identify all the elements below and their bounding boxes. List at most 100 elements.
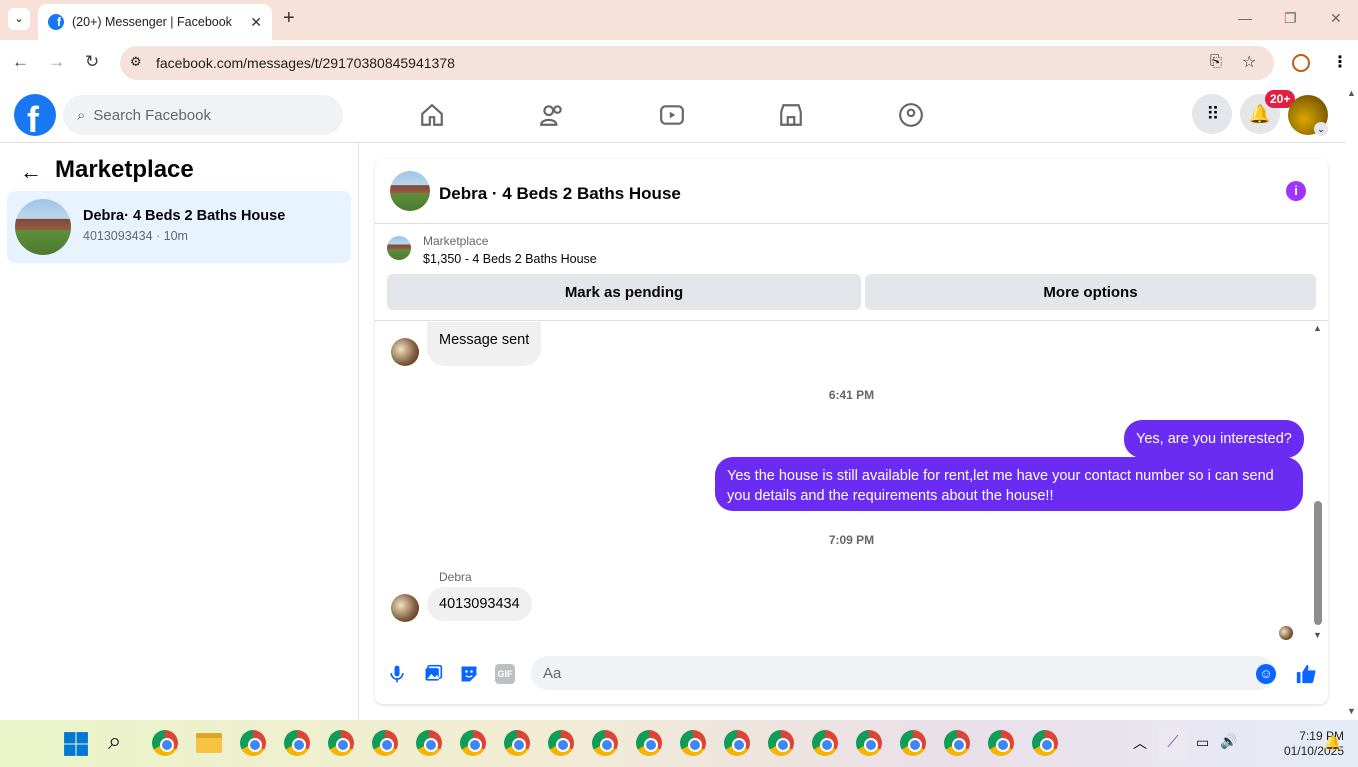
menu-grid-icon[interactable]: ⠿: [1192, 94, 1232, 134]
microphone-icon[interactable]: [387, 664, 407, 684]
chrome-taskbar-icon[interactable]: [636, 730, 662, 756]
tab-title: (20+) Messenger | Facebook: [72, 15, 232, 29]
sticker-icon[interactable]: [459, 664, 479, 684]
chrome-taskbar-icon[interactable]: [284, 730, 310, 756]
chat-scroll-up-icon[interactable]: ▲: [1313, 323, 1322, 333]
page-scroll-up-icon[interactable]: ▲: [1347, 88, 1356, 98]
thumbs-up-icon[interactable]: [1295, 663, 1317, 685]
message-input[interactable]: Aa: [531, 656, 1275, 690]
browser-menu-icon[interactable]: ⋮: [1332, 52, 1348, 72]
groups-icon[interactable]: [898, 102, 924, 128]
close-window-icon[interactable]: ✕: [1330, 10, 1342, 27]
tab-list-dropdown-icon[interactable]: ⌄: [8, 8, 30, 30]
chrome-taskbar-icon[interactable]: [856, 730, 882, 756]
windows-start-icon[interactable]: [63, 731, 89, 757]
browser-tab-bar: ⌄ f (20+) Messenger | Facebook ✕ + — ❐ ✕: [0, 0, 1358, 40]
network-icon[interactable]: ▭: [1196, 734, 1209, 751]
taskbar-search-icon[interactable]: ⌕: [108, 728, 121, 756]
mark-as-pending-button[interactable]: Mark as pending: [387, 274, 861, 310]
search-icon: ⌕: [77, 106, 86, 124]
minimize-window-icon[interactable]: —: [1238, 10, 1252, 26]
outgoing-message[interactable]: Yes the house is still available for ren…: [715, 457, 1303, 511]
marketplace-icon[interactable]: [778, 102, 804, 128]
pen-app-icon[interactable]: ⟋: [1158, 727, 1188, 759]
sidebar-title: Marketplace: [55, 156, 194, 183]
chrome-taskbar-icon[interactable]: [416, 730, 442, 756]
chrome-taskbar-icon[interactable]: [988, 730, 1014, 756]
install-app-icon[interactable]: ⎘: [1210, 53, 1222, 70]
incoming-message[interactable]: Message sent: [427, 322, 542, 366]
chrome-taskbar-icon[interactable]: [724, 730, 750, 756]
folder-taskbar-icon[interactable]: [196, 733, 222, 753]
chrome-taskbar-icon[interactable]: [680, 730, 706, 756]
page-scroll-down-icon[interactable]: ▼: [1347, 706, 1356, 716]
profile-icon[interactable]: [1292, 54, 1310, 72]
reload-icon[interactable]: ↻: [85, 52, 99, 72]
conversation-thumbnail: [15, 199, 71, 255]
info-icon[interactable]: i: [1286, 181, 1306, 201]
search-placeholder: Search Facebook: [93, 106, 211, 124]
site-settings-icon[interactable]: ⚙: [130, 54, 142, 70]
chrome-taskbar-icon[interactable]: [152, 730, 178, 756]
read-receipt-avatar: [1279, 626, 1293, 640]
chrome-taskbar-icon[interactable]: [240, 730, 266, 756]
forward-icon[interactable]: →: [48, 52, 65, 72]
url-text: facebook.com/messages/t/2917038084594137…: [156, 55, 455, 71]
browser-tab-messenger[interactable]: f (20+) Messenger | Facebook ✕: [38, 4, 272, 40]
chrome-taskbar-icon[interactable]: [460, 730, 486, 756]
listing-label: Marketplace: [423, 234, 489, 248]
facebook-logo-icon[interactable]: f: [14, 94, 56, 136]
chrome-taskbar-icon[interactable]: [592, 730, 618, 756]
facebook-header: f ⌕ Search Facebook ⠿ 🔔: [0, 86, 1346, 143]
incoming-message[interactable]: 4013093434: [427, 587, 532, 621]
divider: [375, 223, 1328, 224]
chat-scrollbar[interactable]: [1314, 501, 1322, 625]
chrome-taskbar-icon[interactable]: [328, 730, 354, 756]
emoji-icon[interactable]: ☺: [1256, 664, 1276, 684]
more-options-button[interactable]: More options: [865, 274, 1316, 310]
timestamp: 6:41 PM: [828, 388, 875, 402]
photo-icon[interactable]: [423, 664, 443, 684]
chrome-taskbar-icon[interactable]: [372, 730, 398, 756]
chrome-taskbar-icon[interactable]: [504, 730, 530, 756]
back-arrow-icon[interactable]: ←: [20, 159, 42, 185]
chat-header-avatar[interactable]: [390, 171, 430, 211]
volume-icon[interactable]: 🔊: [1220, 733, 1237, 750]
restore-window-icon[interactable]: ❐: [1284, 10, 1297, 27]
search-input[interactable]: ⌕ Search Facebook: [63, 95, 343, 135]
gif-icon[interactable]: GIF: [495, 664, 515, 684]
listing-thumbnail[interactable]: [387, 236, 411, 260]
account-dropdown-icon[interactable]: ⌄: [1314, 122, 1328, 136]
facebook-favicon-icon: f: [48, 14, 64, 30]
back-icon[interactable]: ←: [12, 52, 29, 72]
home-icon[interactable]: [419, 102, 445, 128]
url-field[interactable]: ⚙ facebook.com/messages/t/29170380845941…: [120, 46, 1274, 80]
bookmark-star-icon[interactable]: ☆: [1242, 52, 1256, 72]
message-line: you details and the requirements about t…: [727, 488, 1054, 504]
conversations-sidebar: ← Marketplace Debra· 4 Beds 2 Baths Hous…: [0, 143, 359, 720]
chrome-taskbar-icon[interactable]: [768, 730, 794, 756]
sender-name: Debra: [439, 570, 472, 584]
outgoing-message[interactable]: Yes, are you interested?: [1124, 420, 1304, 458]
close-tab-icon[interactable]: ✕: [250, 14, 262, 31]
new-tab-button[interactable]: +: [283, 7, 295, 30]
browser-address-bar: ← → ↻ ⚙ facebook.com/messages/t/29170380…: [0, 40, 1358, 86]
sender-avatar[interactable]: [391, 594, 419, 622]
chat-title[interactable]: Debra · 4 Beds 2 Baths House: [439, 184, 681, 204]
chrome-taskbar-icon[interactable]: [548, 730, 574, 756]
chrome-taskbar-icon[interactable]: [812, 730, 838, 756]
tray-overflow-chevron-icon[interactable]: ︿: [1133, 733, 1147, 753]
video-icon[interactable]: [659, 102, 685, 128]
conversation-item[interactable]: Debra· 4 Beds 2 Baths House 4013093434 ·…: [7, 191, 351, 263]
chrome-taskbar-icon[interactable]: [944, 730, 970, 756]
listing-price-title[interactable]: $1,350 - 4 Beds 2 Baths House: [423, 252, 597, 266]
sender-avatar[interactable]: [391, 338, 419, 366]
chat-panel: Debra · 4 Beds 2 Baths House i Marketpla…: [375, 159, 1328, 704]
chat-scroll-down-icon[interactable]: ▼: [1313, 630, 1322, 640]
chrome-taskbar-icon[interactable]: [900, 730, 926, 756]
message-line: Yes the house is still available for ren…: [727, 468, 1274, 484]
friends-icon[interactable]: [539, 102, 565, 128]
divider: [375, 320, 1328, 321]
notification-center-icon[interactable]: 🔔: [1324, 734, 1341, 751]
chrome-taskbar-icon[interactable]: [1032, 730, 1058, 756]
